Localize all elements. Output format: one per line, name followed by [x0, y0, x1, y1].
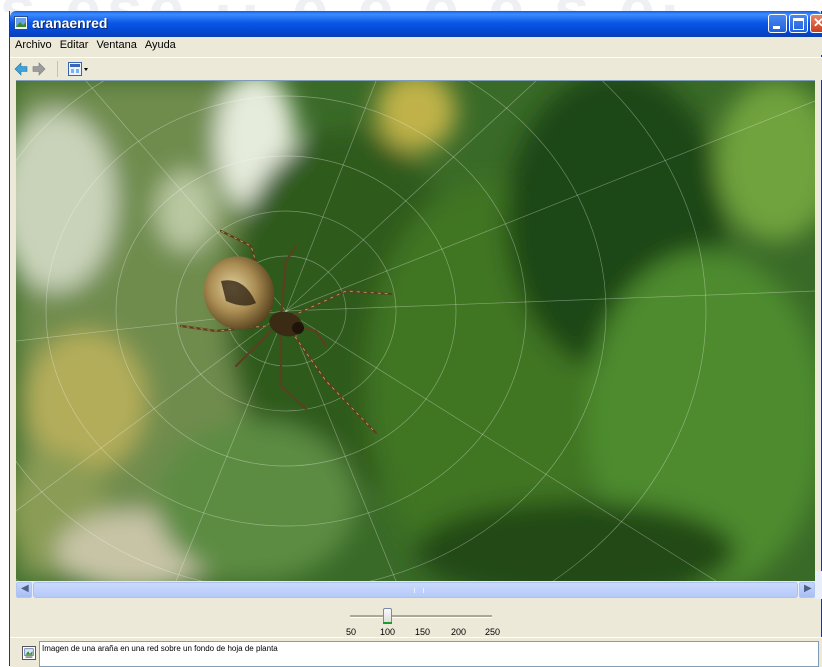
toolbar	[10, 57, 822, 80]
horizontal-scrollbar[interactable]: ◀ ▶	[16, 582, 815, 598]
title-bar[interactable]: aranaenred	[10, 11, 822, 37]
viewer-window: aranaenred ArchivoEditarVentanaAyuda	[9, 11, 822, 667]
scroll-thumb[interactable]	[33, 582, 798, 598]
zoom-slider[interactable]: 50 100 150 200 250	[340, 599, 540, 637]
image-info-icon[interactable]	[22, 646, 36, 660]
chevron-left-icon: ◀	[21, 583, 29, 594]
close-button[interactable]	[810, 14, 822, 33]
zoom-tick-label: 50	[346, 627, 357, 637]
scroll-right-button[interactable]: ▶	[799, 582, 815, 598]
maximize-button[interactable]	[789, 14, 808, 33]
status-bar: Imagen de una araña en una red sobre un …	[10, 637, 822, 667]
chevron-right-icon: ▶	[804, 583, 812, 594]
toolbar-separator	[57, 61, 58, 77]
zoom-tick-label: 150	[415, 627, 431, 637]
zoom-tick-label: 250	[485, 627, 501, 637]
zoom-track	[350, 615, 492, 618]
minimize-button[interactable]	[768, 14, 787, 33]
menu-ayuda[interactable]: Ayuda	[141, 37, 180, 51]
spider-photo	[16, 81, 815, 581]
picture-icon	[14, 16, 28, 30]
menu-bar: Archivo Editar Ventana Ayuda	[10, 37, 822, 55]
menu-archivo[interactable]: Archivo	[10, 37, 56, 51]
zoom-tick-label: 200	[451, 627, 467, 637]
window-title: aranaenred	[32, 15, 108, 31]
image-caption-field[interactable]: Imagen de una araña en una red sobre un …	[39, 641, 819, 667]
image-viewport[interactable]	[16, 80, 815, 581]
image-view-dropdown-icon[interactable]	[68, 62, 90, 76]
arrow-right-icon[interactable]	[32, 62, 46, 76]
scroll-left-button[interactable]: ◀	[16, 582, 32, 598]
zoom-tick-label: 100	[380, 627, 396, 637]
zoom-handle[interactable]	[383, 608, 392, 624]
vertical-scrollbar-stub[interactable]	[815, 571, 822, 599]
menu-editar[interactable]: Editar	[56, 37, 93, 51]
menu-ventana[interactable]: Ventana	[92, 37, 140, 51]
arrow-left-icon[interactable]	[14, 62, 28, 76]
